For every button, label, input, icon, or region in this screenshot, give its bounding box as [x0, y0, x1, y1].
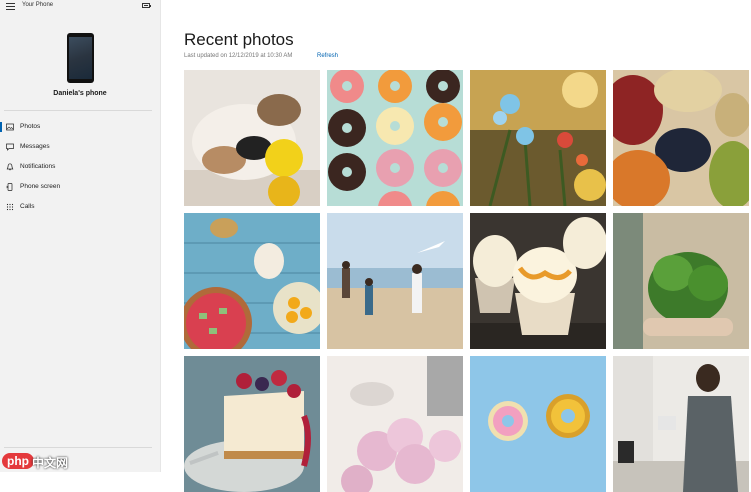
photo-thumbnail-bulldog[interactable]: [184, 70, 320, 206]
sidebar-divider: [4, 447, 152, 448]
sidebar-item-label: Messages: [20, 143, 50, 150]
sidebar-item-label: Calls: [20, 203, 35, 210]
page-title: Recent photos: [184, 30, 294, 49]
sidebar-item-photos[interactable]: Photos: [0, 118, 160, 138]
phone-name: Daniela's phone: [53, 90, 107, 97]
photo-thumbnail-donuts[interactable]: [327, 70, 463, 206]
bulldog-photo: [184, 70, 320, 206]
photo-thumbnail-herbs[interactable]: [613, 213, 749, 349]
refresh-link[interactable]: Refresh: [317, 53, 338, 59]
sidebar-item-messages[interactable]: Messages: [0, 138, 160, 158]
photo-thumbnail-cupcakes[interactable]: [470, 213, 606, 349]
messages-icon: [6, 143, 14, 151]
photo-thumbnail-rhubarb[interactable]: [184, 213, 320, 349]
battery-icon: [142, 3, 151, 8]
sidebar: Your Phone Daniela's phone Photos Messag…: [0, 0, 161, 472]
photo-thumbnail-legumes[interactable]: [613, 70, 749, 206]
notifications-icon: [6, 163, 14, 171]
sidebar-item-label: Phone screen: [20, 183, 61, 190]
hamburger-menu-icon[interactable]: [6, 3, 15, 10]
sidebar-divider: [4, 110, 152, 111]
main-content: Recent photos Last updated on 12/12/2019…: [161, 0, 751, 492]
cupcakes-photo: [470, 213, 606, 349]
sidebar-item-notifications[interactable]: Notifications: [0, 158, 160, 178]
sidebar-item-calls[interactable]: Calls: [0, 198, 160, 218]
title-bar: Your Phone: [0, 0, 160, 12]
app-title: Your Phone: [22, 2, 54, 8]
photo-thumbnail-beach[interactable]: [327, 213, 463, 349]
phone-image: [67, 33, 94, 83]
beach-photo: [327, 213, 463, 349]
flowers-photo: [470, 70, 606, 206]
sidebar-item-label: Photos: [20, 123, 41, 130]
sidebar-item-phone-screen[interactable]: Phone screen: [0, 178, 160, 198]
photos-icon: [6, 123, 14, 131]
sidebar-nav: Photos Messages Notifications Phone scre…: [0, 118, 160, 218]
sidebar-item-label: Notifications: [20, 163, 56, 170]
rhubarb-photo: [184, 213, 320, 349]
watermark-logo: php: [2, 453, 34, 469]
donuts-photo: [327, 70, 463, 206]
calls-icon: [6, 203, 14, 211]
photo-thumbnail-flowers[interactable]: [470, 70, 606, 206]
herbs-photo: [613, 213, 749, 349]
watermark-site-text: 中文网: [32, 456, 69, 470]
phone-screen-icon: [6, 183, 13, 191]
last-updated-text: Last updated on 12/12/2019 at 10:30 AM: [184, 53, 293, 59]
legumes-photo: [613, 70, 749, 206]
